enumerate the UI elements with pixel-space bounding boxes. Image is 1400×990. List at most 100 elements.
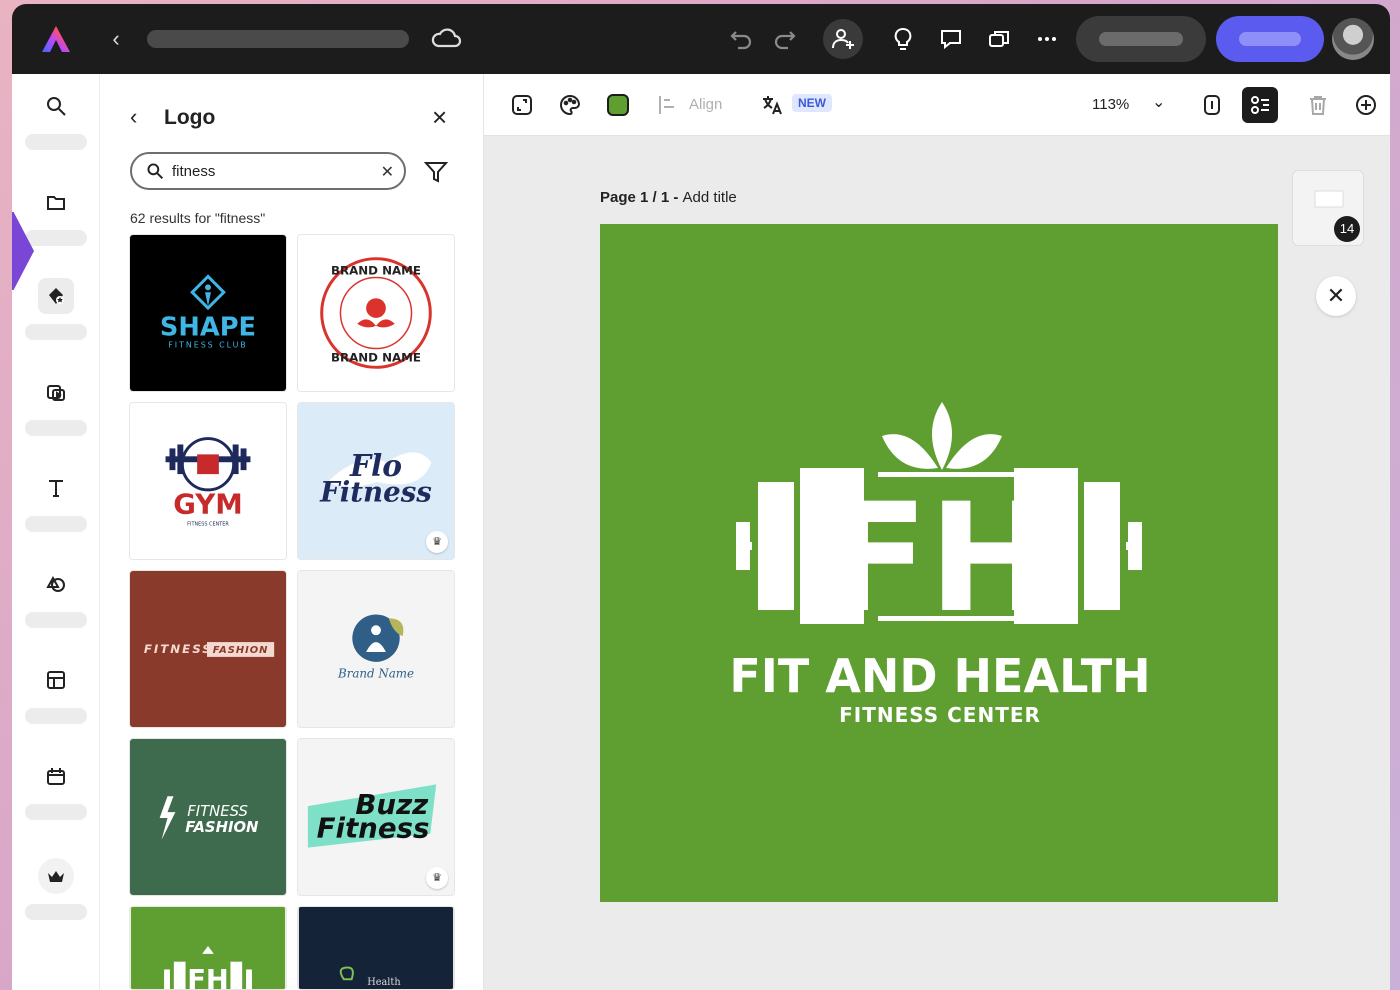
cloud-icon[interactable] [430, 24, 462, 54]
share-icon[interactable] [982, 22, 1016, 56]
rail-item-schedule[interactable] [24, 758, 88, 820]
logo-tile[interactable]: Flo Fitness ♛ [297, 402, 455, 560]
premium-badge-icon: ♛ [426, 867, 448, 889]
tile-sublabel: Fitness [317, 812, 430, 845]
edit-toolbar: Align NEW 113% ⌄ [484, 74, 1390, 136]
rail-item-templates[interactable] [24, 662, 88, 724]
text-icon [38, 470, 74, 506]
rail-label-placeholder [25, 612, 87, 628]
align-label[interactable]: Align [689, 96, 722, 113]
rail-item-files[interactable] [24, 184, 88, 246]
rail-item-premium[interactable] [24, 858, 88, 920]
filter-icon[interactable] [422, 158, 450, 186]
tile-label: Health [367, 977, 401, 988]
add-icon[interactable] [1350, 89, 1382, 121]
rail-item-search[interactable] [24, 88, 88, 150]
pages-icon[interactable] [1196, 89, 1228, 121]
tile-label: SHAPE [160, 313, 256, 343]
logo-tile[interactable]: Brand Name [297, 570, 455, 728]
rail-label-placeholder [25, 708, 87, 724]
logo-tile[interactable]: SHAPE FITNESS CLUB [129, 234, 287, 392]
tile-label: FH [187, 965, 229, 989]
search-icon [38, 88, 74, 124]
rail-label-placeholder [25, 324, 87, 340]
search-field[interactable]: ✕ [130, 152, 406, 190]
rail-label-placeholder [25, 230, 87, 246]
rail-label-placeholder [25, 420, 87, 436]
logo-tile[interactable]: FITNESS FASHION [129, 738, 287, 896]
rail-label-placeholder [25, 134, 87, 150]
more-icon[interactable] [1030, 22, 1064, 56]
align-icon[interactable] [652, 89, 684, 121]
fill-color-swatch[interactable] [602, 89, 634, 121]
page-label[interactable]: Page 1 / 1 - Add title [600, 189, 737, 206]
logo-monogram: FH [826, 472, 1054, 646]
logo-tile[interactable]: FH [129, 906, 287, 990]
tile-label: FITNESS [144, 642, 213, 656]
tile-sublabel: FASHION [185, 819, 259, 836]
page-number: Page 1 / 1 - [600, 189, 683, 206]
logo-tile[interactable]: Health [297, 906, 455, 990]
lightbulb-icon[interactable] [886, 22, 920, 56]
document-title-placeholder[interactable] [147, 30, 409, 48]
back-chevron-icon[interactable]: ‹ [104, 26, 128, 52]
avatar[interactable] [1332, 18, 1374, 60]
app-window: ‹ ‹ Logo × fitness ✕ 62 results for "fit… [12, 4, 1390, 990]
tile-label: Brand Name [337, 667, 414, 681]
redo-icon[interactable] [768, 22, 802, 56]
elements-icon [38, 566, 74, 602]
close-icon[interactable]: ✕ [1316, 276, 1356, 316]
premium-icon [38, 858, 74, 894]
rail-item-media[interactable] [24, 374, 88, 436]
templates-icon [38, 662, 74, 698]
secondary-action-button[interactable] [1076, 16, 1206, 62]
rail-label-placeholder [25, 516, 87, 532]
palette-icon[interactable] [554, 89, 586, 121]
resize-icon[interactable] [506, 89, 538, 121]
search-input[interactable] [172, 162, 362, 180]
add-title-link[interactable]: Add title [683, 189, 737, 206]
media-icon [38, 374, 74, 410]
logo-tile[interactable]: BRAND NAME BRAND NAME [297, 234, 455, 392]
rail-label-placeholder [25, 904, 87, 920]
trash-icon[interactable] [1302, 89, 1334, 121]
button-label-placeholder [1239, 32, 1301, 46]
layers-icon[interactable] [1242, 87, 1278, 123]
translate-icon[interactable] [756, 89, 788, 121]
adobe-express-logo-icon[interactable] [40, 24, 72, 54]
tile-label: BRAND NAME [331, 263, 421, 277]
tile-label: FITNESS [187, 803, 248, 820]
logo-tile[interactable]: GYM FITNESS CENTER [129, 402, 287, 560]
schedule-icon [38, 758, 74, 794]
tile-label: GYM [173, 488, 243, 521]
invite-icon[interactable] [823, 19, 863, 59]
page-count-badge: 14 [1334, 216, 1360, 242]
search-icon [147, 163, 164, 180]
comment-icon[interactable] [934, 22, 968, 56]
results-count: 62 results for "fitness" [130, 210, 266, 226]
tile-sublabel: FITNESS CENTER [187, 521, 229, 527]
panel-back-icon[interactable]: ‹ [130, 104, 137, 130]
tile-sublabel: FASHION [213, 645, 269, 656]
rail-item-text[interactable] [24, 470, 88, 532]
undo-icon[interactable] [724, 22, 758, 56]
rail-item-elements[interactable] [24, 566, 88, 628]
top-bar: ‹ [12, 4, 1390, 74]
clear-search-icon[interactable]: ✕ [381, 162, 394, 182]
tile-label: BRAND NAME [331, 350, 421, 364]
artboard[interactable]: FH FIT AND HEALTH FITNESS CENTER [600, 224, 1278, 902]
new-badge: NEW [792, 94, 832, 112]
logo-title: FIT AND HEALTH [729, 649, 1150, 703]
tile-sublabel: FITNESS CLUB [168, 341, 247, 350]
panel-title: Logo [164, 106, 216, 129]
chevron-down-icon[interactable]: ⌄ [1152, 92, 1165, 112]
primary-action-button[interactable] [1216, 16, 1324, 62]
panel-close-icon[interactable]: × [432, 102, 447, 133]
zoom-level[interactable]: 113% [1092, 96, 1129, 113]
logo-tile[interactable]: FITNESS FASHION [129, 570, 287, 728]
left-rail [12, 74, 100, 990]
canvas-area: Align NEW 113% ⌄ Page 1 / 1 - Add title [484, 74, 1390, 990]
rail-label-placeholder [25, 804, 87, 820]
rail-item-brand[interactable] [24, 278, 88, 340]
logo-tile[interactable]: Buzz Fitness ♛ [297, 738, 455, 896]
